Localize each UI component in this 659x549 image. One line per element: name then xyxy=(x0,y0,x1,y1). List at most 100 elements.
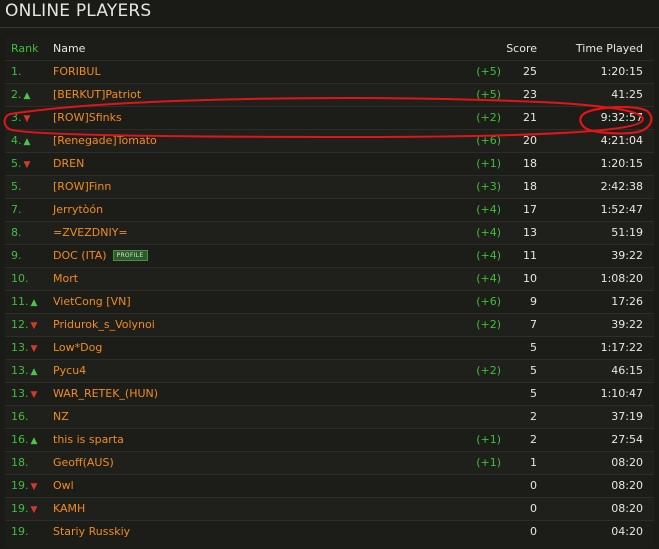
player-name-link[interactable]: [Renegade]Tomato xyxy=(53,130,157,152)
score-delta: (+5) xyxy=(476,65,501,78)
player-name-link[interactable]: WAR_RETEK_(HUN) xyxy=(53,383,158,405)
score-delta: (+2) xyxy=(476,364,501,377)
player-name-link[interactable]: =ZVEZDNIY= xyxy=(53,222,128,244)
player-name[interactable]: NZ xyxy=(53,410,69,423)
trend-down-icon: ▼ xyxy=(23,114,31,124)
player-name[interactable]: FORIBUL xyxy=(53,65,101,78)
table-row[interactable]: 5. [ROW]Finn (+3) 18 2:42:38 xyxy=(5,175,654,199)
table-row[interactable]: 16. NZ 2 37:19 xyxy=(5,405,654,429)
player-name[interactable]: DREN xyxy=(53,157,84,170)
rank-number: 1. xyxy=(11,65,22,78)
rank-cell: 4. ▲ xyxy=(11,130,30,153)
table-row[interactable]: 18. Geoff(AUS) (+1) 1 08:20 xyxy=(5,451,654,475)
time-played-cell: 41:25 xyxy=(611,88,643,101)
player-name-link[interactable]: DREN xyxy=(53,153,84,175)
title-divider xyxy=(0,27,659,28)
player-name[interactable]: Jerrytòón xyxy=(53,203,103,216)
player-name[interactable]: WAR_RETEK_(HUN) xyxy=(53,387,158,400)
player-name[interactable]: =ZVEZDNIY= xyxy=(53,226,128,239)
player-name-link[interactable]: KAMH xyxy=(53,498,85,520)
score-cell: 21 xyxy=(523,111,537,124)
player-name[interactable]: Mort xyxy=(53,272,78,285)
table-row[interactable]: 19. Stariy Russkiy 0 04:20 xyxy=(5,520,654,544)
score-delta: (+3) xyxy=(476,180,501,193)
header-name[interactable]: Name xyxy=(53,37,85,60)
time-played-cell: 4:21:04 xyxy=(600,134,643,147)
header-rank[interactable]: Rank xyxy=(11,37,38,60)
player-name-link[interactable]: [ROW]Finn xyxy=(53,176,111,198)
trend-down-icon: ▼ xyxy=(30,390,38,400)
score-cell: 11 xyxy=(523,249,537,262)
table-row[interactable]: 4. ▲ [Renegade]Tomato (+6) 20 4:21:04 xyxy=(5,129,654,153)
header-score[interactable]: Score xyxy=(465,37,537,60)
profile-badge[interactable]: PROFILE xyxy=(112,250,148,261)
table-row[interactable]: 11. ▲ VietCong [VN] (+6) 9 17:26 xyxy=(5,290,654,314)
trend-down-icon: ▼ xyxy=(30,321,38,331)
score-delta: (+5) xyxy=(476,88,501,101)
player-name[interactable]: [ROW]Sfinks xyxy=(53,111,122,124)
player-name[interactable]: Geoff(AUS) xyxy=(53,456,114,469)
player-name[interactable]: this is sparta xyxy=(53,433,124,446)
table-row[interactable]: 2. ▲ [BERKUT]Patriot (+5) 23 41:25 xyxy=(5,83,654,107)
table-row[interactable]: 10. Mort (+4) 10 1:08:20 xyxy=(5,267,654,291)
table-row[interactable]: 13. ▲ Pycu4 (+2) 5 46:15 xyxy=(5,359,654,383)
player-name[interactable]: Pycu4 xyxy=(53,364,86,377)
player-name-link[interactable]: FORIBUL xyxy=(53,61,101,83)
player-name-link[interactable]: Geoff(AUS) xyxy=(53,452,114,474)
player-name-link[interactable]: Mort xyxy=(53,268,78,290)
player-name-link[interactable]: NZ xyxy=(53,406,69,428)
rank-number: 16. xyxy=(11,410,29,423)
score-delta: (+1) xyxy=(476,456,501,469)
table-row[interactable]: 13. ▼ Low*Dog 5 1:17:22 xyxy=(5,336,654,360)
player-name-link[interactable]: Pycu4 xyxy=(53,360,86,382)
player-name-link[interactable]: this is sparta xyxy=(53,429,124,451)
trend-up-icon: ▲ xyxy=(23,137,31,147)
score-cell: 5 xyxy=(530,387,537,400)
player-name[interactable]: DOC (ITA) xyxy=(53,249,107,262)
player-name[interactable]: Stariy Russkiy xyxy=(53,525,130,538)
table-row[interactable]: 5. ▼ DREN (+1) 18 1:20:15 xyxy=(5,152,654,176)
player-name-link[interactable]: Jerrytòón xyxy=(53,199,103,221)
table-row[interactable]: 13. ▼ WAR_RETEK_(HUN) 5 1:10:47 xyxy=(5,382,654,406)
rank-number: 11. xyxy=(11,295,29,308)
table-row[interactable]: 7. Jerrytòón (+4) 17 1:52:47 xyxy=(5,198,654,222)
player-name-link[interactable]: Pridurok_s_Volynoi xyxy=(53,314,155,336)
player-name-link[interactable]: VietCong [VN] xyxy=(53,291,131,313)
table-row[interactable]: 19. ▼ Owl 0 08:20 xyxy=(5,474,654,498)
players-table: Rank Name Score Time Played 1. FORIBUL (+5… xyxy=(5,37,654,547)
rank-number: 9. xyxy=(11,249,22,262)
player-name[interactable]: Low*Dog xyxy=(53,341,102,354)
time-played-cell: 1:20:15 xyxy=(600,65,643,78)
player-name-link[interactable]: Stariy Russkiy xyxy=(53,521,130,543)
player-name[interactable]: [Renegade]Tomato xyxy=(53,134,157,147)
rank-number: 16. xyxy=(11,433,29,446)
rank-number: 18. xyxy=(11,456,29,469)
rank-cell: 19. ▼ xyxy=(11,475,37,498)
player-name[interactable]: Pridurok_s_Volynoi xyxy=(53,318,155,331)
rank-number: 7. xyxy=(11,203,22,216)
player-name-link[interactable]: [ROW]Sfinks xyxy=(53,107,122,129)
player-name[interactable]: [BERKUT]Patriot xyxy=(53,88,141,101)
table-row[interactable]: 12. ▼ Pridurok_s_Volynoi (+2) 7 39:22 xyxy=(5,313,654,337)
rank-number: 19. xyxy=(11,502,29,515)
score-delta: (+2) xyxy=(476,318,501,331)
table-row[interactable]: 19. ▼ KAMH 0 08:20 xyxy=(5,497,654,521)
table-row[interactable]: 1. FORIBUL (+5) 25 1:20:15 xyxy=(5,60,654,84)
score-delta: (+4) xyxy=(476,203,501,216)
player-name-link[interactable]: [BERKUT]Patriot xyxy=(53,84,141,106)
score-cell: 7 xyxy=(530,318,537,331)
player-name-link[interactable]: Owl xyxy=(53,475,74,497)
table-row[interactable]: 16. ▲ this is sparta (+1) 2 27:54 xyxy=(5,428,654,452)
player-name[interactable]: [ROW]Finn xyxy=(53,180,111,193)
table-row[interactable]: 9. DOC (ITA) PROFILE (+4) 11 39:22 xyxy=(5,244,654,268)
score-cell: 25 xyxy=(523,65,537,78)
table-row[interactable]: 8. =ZVEZDNIY= (+4) 13 51:19 xyxy=(5,221,654,245)
table-row[interactable]: 3. ▼ [ROW]Sfinks (+2) 21 9:32:57 xyxy=(5,106,654,130)
player-name[interactable]: VietCong [VN] xyxy=(53,295,131,308)
player-name-link[interactable]: Low*Dog xyxy=(53,337,102,359)
player-name-link[interactable]: DOC (ITA) PROFILE xyxy=(53,245,148,267)
header-time-played[interactable]: Time Played xyxy=(535,37,643,60)
player-name[interactable]: KAMH xyxy=(53,502,85,515)
player-name[interactable]: Owl xyxy=(53,479,74,492)
score-cell: 2 xyxy=(530,433,537,446)
